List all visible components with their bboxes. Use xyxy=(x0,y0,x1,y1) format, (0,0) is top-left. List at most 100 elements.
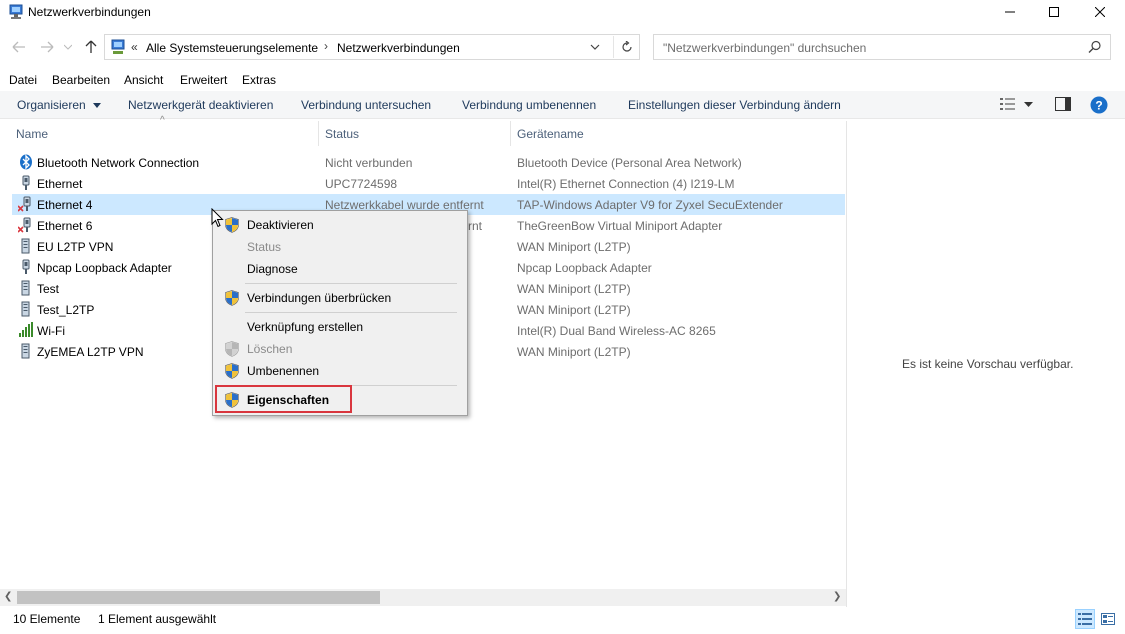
maximize-button[interactable] xyxy=(1031,0,1077,24)
column-header-device[interactable]: Gerätename xyxy=(517,127,584,141)
context-item-bridge[interactable]: Verbindungen überbrücken xyxy=(215,287,465,309)
network-connections-icon xyxy=(9,4,23,19)
context-item-label: Löschen xyxy=(247,342,293,356)
preview-pane-icon[interactable] xyxy=(1055,97,1071,111)
search-input[interactable]: "Netzwerkverbindungen" durchsuchen xyxy=(653,34,1111,60)
breadcrumb-overflow[interactable]: « xyxy=(131,40,138,54)
menu-divider xyxy=(245,312,457,313)
recent-locations-button[interactable] xyxy=(62,38,74,56)
vpn-icon xyxy=(21,301,30,317)
details-view-icon xyxy=(1078,613,1092,625)
maximize-icon xyxy=(1049,7,1059,17)
context-item-label: Deaktivieren xyxy=(247,218,314,232)
row-status: Nicht verbunden xyxy=(325,156,413,170)
row-name: Wi-Fi xyxy=(37,324,65,338)
row-device: Intel(R) Dual Band Wireless-AC 8265 xyxy=(517,324,716,338)
help-icon[interactable]: ? xyxy=(1090,96,1108,114)
context-item-deactivate[interactable]: Deaktivieren xyxy=(215,214,465,236)
selection-count: 1 Element ausgewählt xyxy=(98,612,217,626)
row-name: EU L2TP VPN xyxy=(37,240,114,254)
column-divider[interactable] xyxy=(510,121,511,146)
wifi-icon xyxy=(19,322,33,337)
scrollbar-thumb[interactable] xyxy=(17,591,380,604)
list-item[interactable]: Ethernet UPC7724598 Intel(R) Ethernet Co… xyxy=(12,173,845,194)
scroll-left-icon[interactable]: ❮ xyxy=(4,591,12,602)
horizontal-scrollbar[interactable]: ❮ ❯ xyxy=(0,589,846,606)
row-device: TAP-Windows Adapter V9 for Zyxel SecuExt… xyxy=(517,198,783,212)
ethernet-icon xyxy=(22,175,30,190)
tiles-view-icon xyxy=(1101,613,1115,625)
minimize-button[interactable] xyxy=(987,0,1033,24)
address-bar[interactable]: « Alle Systemsteuerungselemente › Netzwe… xyxy=(104,34,640,60)
list-item[interactable]: Bluetooth Network Connection Nicht verbu… xyxy=(12,152,845,173)
command-bar: Organisieren Netzwerkgerät deaktivieren … xyxy=(0,91,1125,119)
row-name: Test xyxy=(37,282,60,296)
preview-empty-text: Es ist keine Vorschau verfügbar. xyxy=(902,357,1074,371)
context-item-rename[interactable]: Umbenennen xyxy=(215,360,465,382)
bluetooth-icon xyxy=(20,154,32,170)
rename-connection-button[interactable]: Verbindung umbenennen xyxy=(462,98,596,112)
vpn-icon xyxy=(21,238,30,254)
uac-shield-icon xyxy=(225,341,239,357)
menu-bearbeiten[interactable]: Bearbeiten xyxy=(52,73,110,87)
row-device: WAN Miniport (L2TP) xyxy=(517,240,631,254)
address-dropdown-button[interactable] xyxy=(583,36,607,58)
tiles-view-button[interactable] xyxy=(1098,609,1118,629)
vpn-icon xyxy=(21,343,30,359)
breadcrumb-separator[interactable]: › xyxy=(324,39,328,53)
status-bar: 10 Elemente 1 Element ausgewählt xyxy=(0,607,1125,634)
ethernet-icon xyxy=(22,259,30,274)
context-item-label: Verknüpfung erstellen xyxy=(247,320,364,334)
column-header-status[interactable]: Status xyxy=(325,127,359,141)
row-name: Ethernet 6 xyxy=(37,219,93,233)
minimize-icon xyxy=(1005,11,1015,13)
row-device: Npcap Loopback Adapter xyxy=(517,261,652,275)
menu-erweitert[interactable]: Erweitert xyxy=(180,73,227,87)
diagnose-connection-button[interactable]: Verbindung untersuchen xyxy=(301,98,431,112)
row-name: ZyEMEA L2TP VPN xyxy=(37,345,144,359)
context-menu: Deaktivieren Status Diagnose Verbindunge… xyxy=(212,210,468,416)
row-device: WAN Miniport (L2TP) xyxy=(517,282,631,296)
uac-shield-icon xyxy=(225,290,239,306)
menu-divider xyxy=(245,283,457,284)
context-item-label: Umbenennen xyxy=(247,364,320,378)
row-name: Npcap Loopback Adapter xyxy=(37,261,172,275)
row-device: TheGreenBow Virtual Miniport Adapter xyxy=(517,219,723,233)
preview-pane-divider[interactable] xyxy=(846,121,847,607)
refresh-icon xyxy=(621,41,632,52)
back-button[interactable] xyxy=(10,38,28,56)
close-button[interactable] xyxy=(1077,0,1123,24)
column-divider[interactable] xyxy=(318,121,319,146)
details-view-button[interactable] xyxy=(1075,609,1095,629)
up-button[interactable] xyxy=(82,38,100,56)
context-item-status[interactable]: Status xyxy=(215,236,465,258)
forward-button[interactable] xyxy=(38,38,56,56)
context-item-label: Verbindungen überbrücken xyxy=(247,291,392,305)
scroll-right-icon[interactable]: ❯ xyxy=(833,591,841,602)
column-header-name[interactable]: Name xyxy=(16,127,48,141)
refresh-button[interactable] xyxy=(613,36,639,58)
context-item-create-shortcut[interactable]: Verknüpfung erstellen xyxy=(215,316,465,338)
context-item-label: Diagnose xyxy=(247,262,298,276)
menu-ansicht[interactable]: Ansicht xyxy=(124,73,163,87)
disable-device-button[interactable]: Netzwerkgerät deaktivieren xyxy=(128,98,273,112)
organize-button[interactable]: Organisieren xyxy=(17,98,102,112)
menu-extras[interactable]: Extras xyxy=(242,73,276,87)
view-options-icon[interactable] xyxy=(1000,97,1016,111)
row-name: Bluetooth Network Connection xyxy=(37,156,200,170)
context-item-diagnose[interactable]: Diagnose xyxy=(215,258,465,280)
window-title: Netzwerkverbindungen xyxy=(28,5,151,19)
context-item-delete[interactable]: Löschen xyxy=(215,338,465,360)
sort-ascending-icon: ^ xyxy=(160,115,165,126)
title-bar: Netzwerkverbindungen xyxy=(0,0,1125,26)
row-name: Ethernet 4 xyxy=(37,198,93,212)
chevron-down-icon xyxy=(64,44,72,50)
change-settings-button[interactable]: Einstellungen dieser Verbindung ändern xyxy=(628,98,841,112)
row-device: Intel(R) Ethernet Connection (4) I219-LM xyxy=(517,177,735,191)
view-options-dropdown-icon[interactable] xyxy=(1024,102,1033,107)
breadcrumb-control-panel[interactable]: Alle Systemsteuerungselemente xyxy=(146,41,318,55)
breadcrumb-network-connections[interactable]: Netzwerkverbindungen xyxy=(337,41,460,55)
menu-datei[interactable]: Datei xyxy=(9,73,37,87)
search-icon[interactable] xyxy=(1088,40,1102,54)
row-device: WAN Miniport (L2TP) xyxy=(517,303,631,317)
